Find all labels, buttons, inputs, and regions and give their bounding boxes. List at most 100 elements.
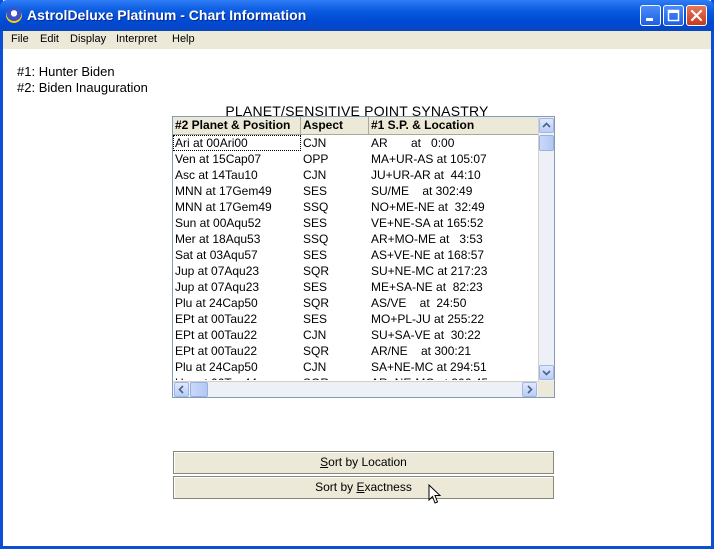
table-row[interactable]: Ura at 06Tau44SQRAR+NE-MO at 306:45 xyxy=(173,375,538,380)
planet-cell: Ari at 00Ari00 xyxy=(173,135,301,151)
horizontal-scroll-thumb[interactable] xyxy=(190,382,208,397)
aspect-cell: OPP xyxy=(303,152,329,166)
table-row[interactable]: EPt at 00Tau22 SES MO+PL-JU at 255:22 xyxy=(173,311,538,327)
table-row[interactable]: MNN at 17Gem49 SES SU/ME at 302:49 xyxy=(173,183,538,199)
menu-display[interactable]: Display xyxy=(70,33,106,45)
chart-2-name: Biden Inauguration xyxy=(38,80,148,95)
planet-cell: Jup at 07Aqu23 xyxy=(175,264,260,278)
sort-exactness-accel: E xyxy=(356,480,365,494)
menu-file[interactable]: File xyxy=(11,33,29,45)
planet-cell: Ven at 15Cap07 xyxy=(175,152,262,166)
table-row[interactable]: Jup at 07Aqu23 SQR SU+NE-MC at 217:23 xyxy=(173,263,538,279)
chart-1-name: Hunter Biden xyxy=(38,64,115,79)
menu-interpret[interactable]: Interpret xyxy=(116,33,157,45)
table-row[interactable]: EPt at 00Tau22 SQR AR/NE at 300:21 xyxy=(173,343,538,359)
close-button[interactable] xyxy=(686,5,707,26)
planet-cell: Plu at 24Cap50 xyxy=(175,360,258,374)
chart-2-number: #2: xyxy=(17,80,36,95)
planet-cell: MNN at 17Gem49 xyxy=(175,184,272,198)
minimize-button[interactable] xyxy=(640,5,661,26)
location-cell: AS+VE-NE at 168:57 xyxy=(371,248,485,262)
planet-cell: Jup at 07Aqu23 xyxy=(175,280,260,294)
table-row[interactable]: Plu at 24Cap50 CJN SA+NE-MC at 294:51 xyxy=(173,359,538,375)
scrollbar-corner xyxy=(538,381,554,397)
planet-cell: Sun at 00Aqu52 xyxy=(175,216,262,230)
maximize-icon xyxy=(667,9,680,22)
location-cell: AS/VE at 24:50 xyxy=(371,296,467,310)
synastry-table[interactable]: #2 Planet & Position Aspect #1 S.P. & Lo… xyxy=(172,116,555,398)
close-icon xyxy=(690,9,703,22)
column-header-location[interactable]: #1 S.P. & Location xyxy=(369,117,538,134)
table-row[interactable]: Ari at 00Ari00 CJN AR at 0:00 xyxy=(173,135,538,151)
horizontal-scrollbar[interactable] xyxy=(173,381,538,397)
table-row[interactable]: Plu at 24Cap50 SQR AS/VE at 24:50 xyxy=(173,295,538,311)
location-cell: SA+NE-MC at 294:51 xyxy=(371,360,487,374)
location-cell: ME+SA-NE at 82:23 xyxy=(371,280,483,294)
location-cell: AR at 0:00 xyxy=(371,136,455,150)
location-cell: JU+UR-AR at 44:10 xyxy=(371,168,481,182)
planet-cell: Asc at 14Tau10 xyxy=(175,168,258,182)
table-row[interactable]: EPt at 00Tau22 CJN SU+SA-VE at 30:22 xyxy=(173,327,538,343)
planet-cell: MNN at 17Gem49 xyxy=(175,200,272,214)
column-header-planet[interactable]: #2 Planet & Position xyxy=(173,117,301,134)
scroll-down-button[interactable] xyxy=(539,365,554,380)
window-title: AstrolDeluxe Platinum - Chart Informatio… xyxy=(27,7,307,23)
sort-exactness-label-post: xactness xyxy=(364,480,412,494)
location-cell: MO+PL-JU at 255:22 xyxy=(371,312,485,326)
chart-information-window: AstrolDeluxe Platinum - Chart Informatio… xyxy=(0,0,714,549)
aspect-cell: SSQ xyxy=(303,232,329,246)
aspect-cell: SES xyxy=(303,312,328,326)
scroll-right-button[interactable] xyxy=(522,382,537,397)
planet-cell: EPt at 00Tau22 xyxy=(175,312,258,326)
sort-by-location-button[interactable]: Sort by Location xyxy=(173,451,554,474)
location-cell: SU+NE-MC at 217:23 xyxy=(371,264,488,278)
sort-by-exactness-button[interactable]: Sort by Exactness xyxy=(173,476,554,499)
table-row[interactable]: Jup at 07Aqu23 SES ME+SA-NE at 82:23 xyxy=(173,279,538,295)
minimize-icon xyxy=(646,18,653,21)
table-header: #2 Planet & Position Aspect #1 S.P. & Lo… xyxy=(173,117,538,135)
location-cell: AR/NE at 300:21 xyxy=(371,344,472,358)
location-cell: MA+UR-AS at 105:07 xyxy=(371,152,487,166)
sort-location-accel: S xyxy=(320,455,329,469)
maximize-button[interactable] xyxy=(663,5,684,26)
table-row[interactable]: Ven at 15Cap07 OPP MA+UR-AS at 105:07 xyxy=(173,151,538,167)
location-cell: AR+NE-MO at 306:45 xyxy=(369,375,538,380)
chevron-left-icon xyxy=(178,385,184,394)
vertical-scrollbar[interactable] xyxy=(538,117,554,381)
sort-exactness-label-pre: Sort by xyxy=(315,480,357,494)
table-row[interactable]: MNN at 17Gem49 SSQ NO+ME-NE at 32:49 xyxy=(173,199,538,215)
menu-help[interactable]: Help xyxy=(172,33,195,45)
aspect-cell: CJN xyxy=(303,328,327,342)
location-cell: SU+SA-VE at 30:22 xyxy=(371,328,481,342)
aspect-cell: SQR xyxy=(303,344,330,358)
title-bar[interactable]: AstrolDeluxe Platinum - Chart Informatio… xyxy=(0,0,714,31)
aspect-cell: SES xyxy=(303,248,328,262)
planet-cell: EPt at 00Tau22 xyxy=(175,328,258,342)
aspect-cell: SES xyxy=(303,280,328,294)
planet-cell: Mer at 18Aqu53 xyxy=(175,232,261,246)
aspect-cell: CJN xyxy=(303,360,327,374)
table-row[interactable]: Sun at 00Aqu52 SES VE+NE-SA at 165:52 xyxy=(173,215,538,231)
location-cell: VE+NE-SA at 165:52 xyxy=(371,216,484,230)
scroll-left-button[interactable] xyxy=(174,382,189,397)
planet-cell: EPt at 00Tau22 xyxy=(175,344,258,358)
location-cell: AR+MO-ME at 3:53 xyxy=(371,232,483,246)
planet-cell: Plu at 24Cap50 xyxy=(175,296,258,310)
sort-location-label-post: ort by Location xyxy=(328,455,407,469)
aspect-cell: CJN xyxy=(303,168,327,182)
aspect-cell: SES xyxy=(303,184,328,198)
table-body: Ari at 00Ari00 CJN AR at 0:00 Ven at 15Cap0… xyxy=(173,135,538,380)
table-row[interactable]: Mer at 18Aqu53 SSQ AR+MO-ME at 3:53 xyxy=(173,231,538,247)
column-header-aspect[interactable]: Aspect xyxy=(301,117,369,134)
table-row[interactable]: Asc at 14Tau10 CJN JU+UR-AR at 44:10 xyxy=(173,167,538,183)
mouse-pointer-icon xyxy=(428,484,442,504)
app-icon[interactable] xyxy=(6,7,22,23)
aspect-cell: SSQ xyxy=(303,200,329,214)
vertical-scroll-thumb[interactable] xyxy=(539,135,554,151)
aspect-cell: SES xyxy=(303,216,328,230)
scroll-up-button[interactable] xyxy=(539,118,554,133)
planet-cell: Sat at 03Aqu57 xyxy=(175,248,258,262)
menu-edit[interactable]: Edit xyxy=(40,33,59,45)
chart-1-line: #1: Hunter Biden xyxy=(17,64,115,79)
table-row[interactable]: Sat at 03Aqu57 SES AS+VE-NE at 168:57 xyxy=(173,247,538,263)
